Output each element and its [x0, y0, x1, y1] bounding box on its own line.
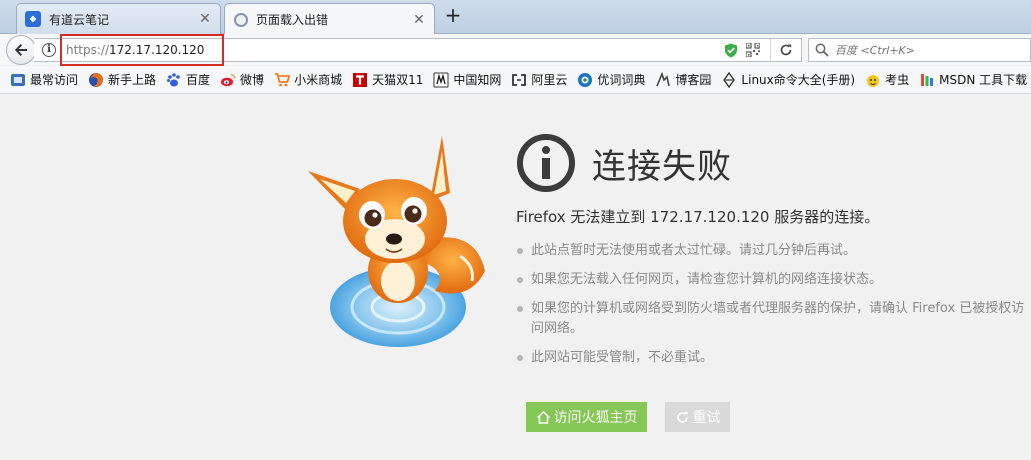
cnblogs-icon — [656, 71, 671, 86]
url-scheme: https:// — [66, 43, 110, 57]
search-input[interactable] — [835, 43, 1015, 57]
tab-page-load-error[interactable]: 页面载入出错 ✕ — [224, 3, 435, 35]
error-page: 连接失败 Firefox 无法建立到 172.17.120.120 服务器的连接… — [0, 95, 1031, 460]
error-summary: Firefox 无法建立到 172.17.120.120 服务器的连接。 — [516, 208, 880, 226]
bookmark-baidu[interactable]: 百度 — [166, 71, 210, 88]
weibo-icon — [221, 73, 236, 86]
bookmark-youci-dictionary[interactable]: 优词词典 — [577, 71, 645, 88]
reason-text: 此网站可能受管制，不必重试。 — [531, 350, 714, 365]
bookmark-linux-commands[interactable]: Linux命令大全(手册) — [721, 71, 855, 88]
address-bar[interactable]: i https://172.17.120.120 — [34, 34, 802, 66]
tmall-icon — [353, 72, 368, 87]
new-tab-button[interactable]: + — [442, 5, 464, 27]
bookmarks-bar: 最常访问 新手上路 百度 微博 小米商城 天猫双11 中国知网 阿里云 优词词典… — [0, 66, 1031, 94]
bullet — [517, 277, 523, 283]
list-item: 此网站可能受管制，不必重试。 — [516, 348, 1031, 368]
firefox-icon — [89, 72, 104, 87]
bookmark-label: 微博 — [240, 73, 265, 87]
note-icon — [25, 11, 41, 27]
refresh-icon — [676, 411, 688, 423]
shield-icon[interactable] — [724, 43, 738, 58]
bookmark-label: 博客园 — [675, 73, 712, 87]
info-icon[interactable]: i — [42, 43, 56, 57]
tab-youdao-note[interactable]: 有道云笔记 ✕ — [16, 3, 221, 34]
aliyun-icon — [512, 73, 527, 86]
list-item: 如果您无法载入任何网页，请检查您计算机的网络连接状态。 — [516, 270, 1031, 290]
cart-icon — [275, 72, 291, 86]
info-icon — [517, 134, 575, 192]
bookmark-label: 百度 — [186, 73, 211, 87]
bookmark-label: 中国知网 — [453, 73, 502, 87]
cnki-icon — [433, 72, 449, 87]
visit-firefox-home-button[interactable]: 访问火狐主页 — [526, 402, 647, 432]
home-icon — [536, 410, 550, 424]
error-header: 连接失败 — [516, 133, 732, 193]
list-item: 如果您的计算机或网络受到防火墙或者代理服务器的保护，请确认 Firefox 已被… — [516, 299, 1031, 339]
firefox-mascot-illustration — [308, 136, 485, 347]
linux-diamond-icon — [723, 71, 736, 88]
url-highlight-box: https://172.17.120.120 — [60, 34, 224, 66]
bookmark-label: MSDN 工具下载 — [939, 73, 1028, 87]
loading-icon — [234, 12, 248, 27]
bookmark-aliyun[interactable]: 阿里云 — [511, 71, 567, 88]
bookmark-label: 考虫 — [885, 73, 910, 87]
qr-code-icon[interactable] — [746, 43, 760, 57]
reason-text: 如果您的计算机或网络受到防火墙或者代理服务器的保护，请确认 Firefox 已被… — [531, 301, 1025, 336]
page-title: 连接失败 — [592, 146, 732, 187]
back-button[interactable] — [6, 35, 36, 65]
search-icon — [815, 43, 829, 57]
bookmark-most-visited[interactable]: 最常访问 — [10, 71, 78, 88]
reload-icon[interactable] — [771, 42, 801, 58]
bookmark-label: 阿里云 — [531, 73, 568, 87]
bookmark-cnblogs[interactable]: 博客园 — [655, 71, 711, 88]
bookmark-weibo[interactable]: 微博 — [220, 71, 264, 88]
bookmark-kaochong[interactable]: 考虫 — [865, 71, 909, 88]
button-label: 重试 — [692, 410, 721, 426]
baidu-paw-icon — [167, 72, 180, 86]
bookmark-label: 新手上路 — [108, 73, 157, 87]
error-reasons-list: 此站点暂时无法使用或者太过忙碌。请过几分钟后再试。 如果您无法载入任何网页，请检… — [516, 241, 1031, 377]
bullet — [517, 306, 523, 312]
button-label: 访问火狐主页 — [553, 410, 638, 426]
bookmark-label: 小米商城 — [294, 73, 343, 87]
bookmark-cnki[interactable]: 中国知网 — [433, 71, 501, 88]
close-icon[interactable]: ✕ — [198, 11, 212, 27]
bookmark-getting-started[interactable]: 新手上路 — [88, 71, 156, 88]
bookmark-tmall[interactable]: 天猫双11 — [352, 71, 423, 88]
search-box[interactable] — [808, 38, 1031, 62]
retry-button[interactable]: 重试 — [665, 402, 730, 432]
dictionary-icon — [578, 72, 593, 87]
tab-label: 页面载入出错 — [256, 13, 329, 27]
reason-text: 如果您无法载入任何网页，请检查您计算机的网络连接状态。 — [531, 272, 883, 287]
msdn-icon — [921, 73, 934, 86]
close-icon[interactable]: ✕ — [412, 12, 426, 28]
bookmark-msdn-tools[interactable]: MSDN 工具下载 — [919, 71, 1027, 88]
tab-strip: 有道云笔记 ✕ 页面载入出错 ✕ + — [0, 0, 1031, 35]
most-visited-icon — [11, 73, 25, 86]
bookmark-label: 最常访问 — [30, 73, 79, 87]
url-host: 172.17.120.120 — [109, 43, 205, 57]
reason-text: 此站点暂时无法使用或者太过忙碌。请过几分钟后再试。 — [531, 243, 857, 258]
bullet — [517, 355, 523, 361]
tab-label: 有道云笔记 — [49, 12, 110, 27]
bookmark-label: 天猫双11 — [372, 73, 424, 87]
bullet — [517, 248, 523, 254]
list-item: 此站点暂时无法使用或者太过忙碌。请过几分钟后再试。 — [516, 241, 1031, 261]
bookmark-label: 优词词典 — [597, 73, 646, 87]
bookmark-label: Linux命令大全(手册) — [741, 73, 856, 87]
kaochong-icon — [867, 74, 880, 87]
back-arrow-icon — [15, 44, 27, 56]
navigation-bar: i https://172.17.120.120 — [0, 34, 1031, 66]
bookmark-xiaomi-store[interactable]: 小米商城 — [274, 71, 342, 88]
